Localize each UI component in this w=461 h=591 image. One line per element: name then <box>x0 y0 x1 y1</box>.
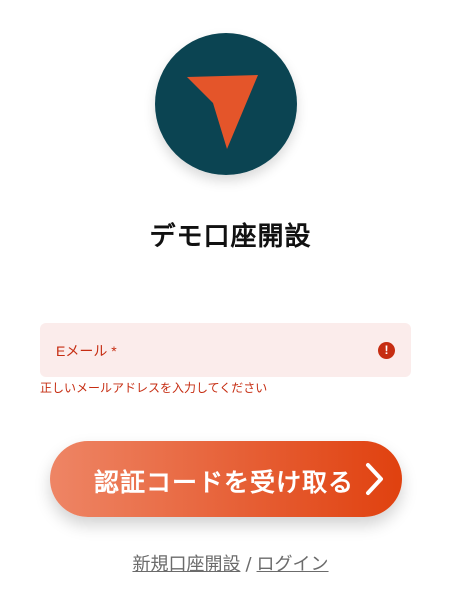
page-title: デモ口座開設 <box>149 222 312 252</box>
receive-code-button[interactable]: 認証コードを受け取る <box>50 441 402 517</box>
email-error-message: 正しいメールアドレスを入力してください <box>40 381 268 395</box>
login-link[interactable]: ログイン <box>257 554 329 575</box>
app-logo <box>155 33 297 175</box>
arrow-cursor-icon <box>155 33 297 175</box>
bottom-links: 新規口座開設 / ログイン <box>0 550 461 576</box>
receive-code-button-label: 認証コードを受け取る <box>94 468 355 497</box>
email-field[interactable]: Eメール * ! <box>40 323 411 377</box>
link-separator: / <box>245 554 252 575</box>
error-icon: ! <box>378 342 395 359</box>
email-field-label: Eメール * <box>56 343 117 359</box>
register-account-link[interactable]: 新規口座開設 <box>132 554 240 575</box>
chevron-right-icon <box>366 463 383 495</box>
